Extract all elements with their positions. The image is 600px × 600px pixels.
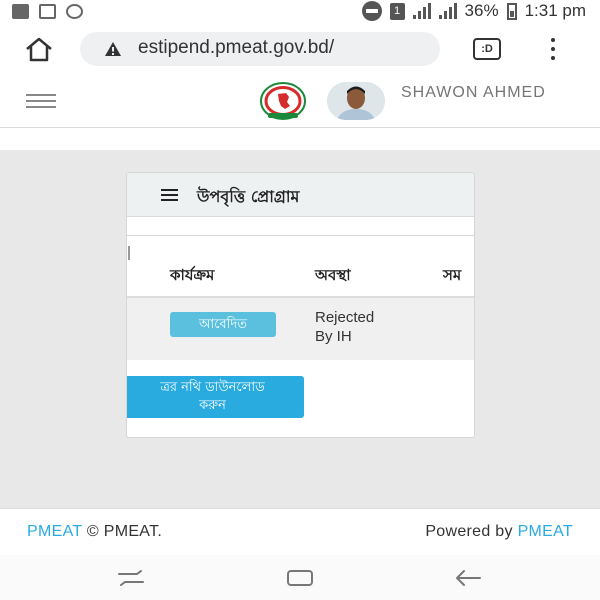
site-header: SHAWON AHMED bbox=[0, 74, 600, 128]
recent-apps-icon[interactable] bbox=[117, 569, 145, 587]
list-icon bbox=[161, 189, 178, 201]
do-not-disturb-icon bbox=[361, 1, 382, 21]
tab-switcher-button[interactable]: :D bbox=[473, 38, 501, 60]
footer-powered-text: Powered by bbox=[425, 523, 513, 540]
applied-badge-button[interactable]: আবেদিত bbox=[170, 312, 276, 337]
overflow-menu-icon[interactable] bbox=[549, 38, 557, 60]
system-navigation-bar bbox=[0, 555, 600, 600]
status-cell: Rejected By IH bbox=[315, 309, 375, 345]
status-bar: 1 36% 1:31 pm bbox=[0, 0, 600, 24]
government-logo bbox=[260, 82, 306, 120]
card-header: উপবৃত্তি প্রোগ্রাম bbox=[127, 173, 474, 217]
battery-icon bbox=[506, 2, 517, 20]
signal-2-icon bbox=[438, 3, 457, 19]
main-content: উপবৃত্তি প্রোগ্রাম কার্যক্রম অবস্থা সম আ… bbox=[0, 150, 600, 508]
site-footer: PMEAT © PMEAT. Powered by PMEAT bbox=[0, 508, 600, 555]
column-header-status: অবস্থা bbox=[315, 266, 351, 284]
column-header-action: কার্যক্রম bbox=[170, 266, 215, 284]
sim-icon: 1 bbox=[389, 2, 405, 20]
sync-notification-icon bbox=[66, 4, 83, 19]
home-icon[interactable] bbox=[24, 36, 54, 62]
footer-copyright: PMEAT © PMEAT. bbox=[27, 523, 162, 541]
address-bar[interactable]: estipend.pmeat.gov.bd/ bbox=[80, 32, 440, 66]
column-edge bbox=[127, 246, 130, 260]
footer-pmeat-link[interactable]: PMEAT bbox=[27, 523, 82, 540]
signal-icon bbox=[412, 3, 431, 19]
stipend-program-card: উপবৃত্তি প্রোগ্রাম কার্যক্রম অবস্থা সম আ… bbox=[126, 172, 475, 438]
battery-percent: 36% bbox=[464, 1, 499, 20]
facebook-notification-icon bbox=[12, 4, 29, 19]
table-row: আবেদিত Rejected By IH bbox=[127, 298, 474, 360]
footer-powered-by: Powered by PMEAT bbox=[425, 523, 573, 541]
program-table[interactable]: কার্যক্রম অবস্থা সম আবেদিত Rejected By I… bbox=[127, 235, 474, 360]
user-name[interactable]: SHAWON AHMED bbox=[401, 84, 546, 102]
footer-copyright-text: © PMEAT. bbox=[86, 523, 163, 540]
browser-toolbar: estipend.pmeat.gov.bd/ :D bbox=[0, 24, 600, 74]
column-header-date: সম bbox=[443, 266, 462, 284]
clock: 1:31 pm bbox=[524, 1, 586, 20]
home-nav-icon[interactable] bbox=[286, 569, 314, 587]
download-button-line2: করুন bbox=[199, 398, 226, 413]
image-notification-icon bbox=[39, 4, 56, 19]
footer-powered-link[interactable]: PMEAT bbox=[518, 523, 573, 540]
hamburger-menu-icon[interactable] bbox=[26, 94, 56, 108]
download-document-button[interactable]: ত্রর নথি ডাউনলোড করুন bbox=[127, 376, 304, 418]
table-header: কার্যক্রম অবস্থা সম bbox=[127, 236, 474, 298]
card-title: উপবৃত্তি প্রোগ্রাম bbox=[197, 187, 300, 206]
user-avatar[interactable] bbox=[327, 82, 385, 120]
warning-icon[interactable] bbox=[104, 41, 122, 57]
back-nav-icon[interactable] bbox=[454, 569, 482, 587]
url-text: estipend.pmeat.gov.bd/ bbox=[138, 37, 335, 58]
download-button-line1: ত্রর নথি ডাউনলোড bbox=[160, 380, 265, 395]
